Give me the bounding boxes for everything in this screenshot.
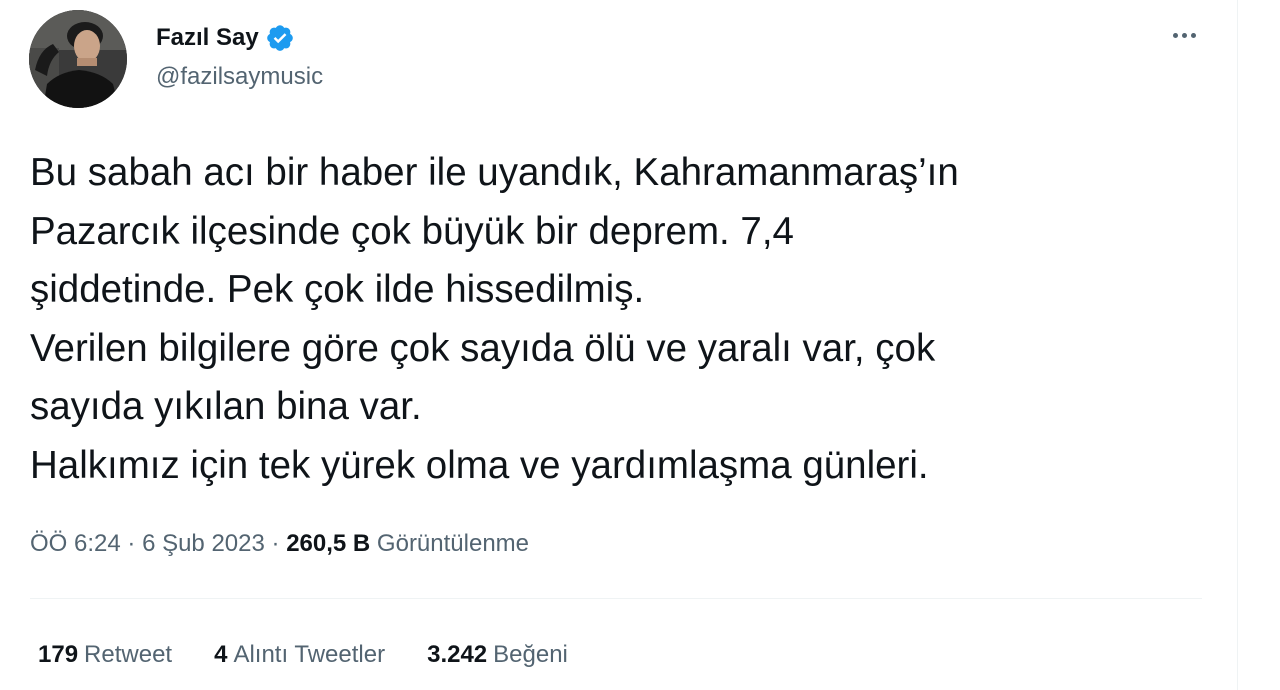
author-display-name[interactable]: Fazıl Say [156, 20, 259, 56]
tweet-text-line: sayıda yıkılan bina var. [30, 385, 422, 428]
retweets-label: Retweet [84, 641, 173, 668]
likes-count: 3.242 [427, 641, 488, 668]
quote-tweets-count: 4 [214, 641, 228, 668]
verified-badge-icon [265, 23, 295, 53]
tweet-stats: 179 Retweet 4 Alıntı Tweetler 3.242 Beğeni [38, 637, 568, 673]
tweet-date[interactable]: 6 Şub 2023 [142, 530, 265, 557]
avatar-photo [29, 10, 127, 108]
tweet-text: Bu sabah acı bir haber ile uyandık, Kahr… [30, 144, 1230, 495]
views-label: Görüntülenme [376, 530, 530, 557]
tweet-text-line: Verilen bilgilere göre çok sayıda ölü ve… [30, 326, 936, 370]
likes-label: Beğeni [493, 641, 568, 668]
retweets-stat[interactable]: 179 Retweet [38, 637, 172, 673]
tweet-text-line: Pazarcık ilçesinde çok büyük bir deprem.… [30, 209, 794, 253]
author-handle[interactable]: @fazilsaymusic [156, 62, 323, 92]
likes-stat[interactable]: 3.242 Beğeni [427, 637, 568, 673]
tweet-text-line: şiddetinde. Pek çok ilde hissedilmiş. [30, 268, 645, 311]
meta-separator: · [271, 530, 280, 557]
tweet-time[interactable]: ÖÖ 6:24 [30, 530, 121, 557]
avatar[interactable] [29, 10, 127, 108]
tweet-meta: ÖÖ 6:24 · 6 Şub 2023 · 260,5 B Görüntüle… [30, 526, 529, 562]
retweets-count: 179 [38, 641, 79, 668]
quote-tweets-label: Alıntı Tweetler [233, 641, 386, 668]
meta-separator: · [127, 530, 136, 557]
more-options-button[interactable] [1166, 20, 1202, 50]
divider [30, 598, 1202, 599]
tweet-text-line: Halkımız için tek yürek olma ve yardımla… [30, 443, 929, 487]
tweet-text-line: Bu sabah acı bir haber ile uyandık, Kahr… [30, 151, 959, 194]
author-name-row: Fazıl Say [156, 20, 295, 56]
tweet-page: Fazıl Say @fazilsaymusic Bu sabah acı bi… [0, 0, 1280, 690]
quote-tweets-stat[interactable]: 4 Alıntı Tweetler [214, 637, 385, 673]
more-horizontal-icon [1172, 32, 1178, 38]
views-count: 260,5 B [286, 530, 371, 557]
column-border [1237, 0, 1238, 690]
